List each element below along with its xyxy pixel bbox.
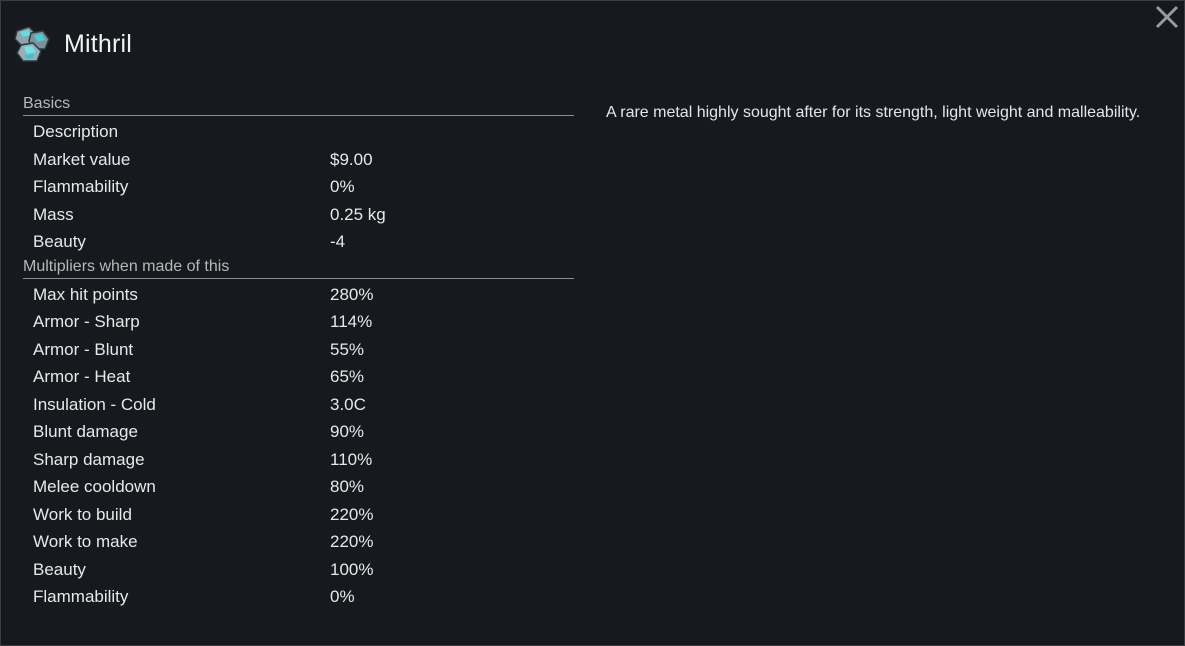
stat-row[interactable]: Flammability 0% [23, 173, 574, 201]
stat-value: 65% [330, 367, 365, 386]
stat-value: 110% [330, 449, 373, 469]
section-header-basics: Basics [23, 93, 574, 116]
stat-row[interactable]: Armor - Blunt 55% [23, 336, 574, 364]
stat-label: Beauty [33, 232, 86, 251]
stat-label: Description [33, 122, 119, 141]
stat-value [330, 118, 574, 146]
info-window: Mithril Basics Description Market value $9… [0, 0, 1185, 646]
stat-row[interactable]: Work to make 220% [23, 528, 574, 556]
section-header-multipliers: Multipliers when made of this [23, 256, 574, 279]
stat-label: Market value [33, 149, 131, 169]
stat-label: Melee cooldown [33, 477, 156, 496]
stat-label: Armor - Blunt [33, 339, 134, 359]
stat-value: 55% [330, 339, 365, 359]
close-button[interactable] [1154, 4, 1180, 30]
stat-row[interactable]: Armor - Sharp 114% [23, 308, 574, 336]
stat-row[interactable]: Description [23, 118, 574, 146]
stat-value: 220% [330, 532, 374, 551]
stat-row[interactable]: Beauty -4 [23, 228, 574, 256]
multipliers-rows: Max hit points 280% Armor - Sharp 114% Armor… [23, 279, 574, 611]
close-icon[interactable] [1154, 4, 1180, 30]
stat-label: Blunt damage [33, 422, 138, 441]
stat-row[interactable]: Sharp damage 110% [23, 446, 574, 474]
basics-rows: Description Market value $9.00 Flammability… [23, 116, 574, 256]
stat-value: $9.00 [330, 149, 373, 169]
item-description: A rare metal highly sought after for its… [606, 104, 1141, 121]
stat-label: Flammability [33, 177, 129, 196]
stat-value: 0% [330, 177, 355, 196]
stats-panel: Basics Description Market value $9.00 Flamm… [23, 93, 574, 611]
stat-row[interactable]: Work to build 220% [23, 501, 574, 529]
stat-row[interactable]: Flammability 0% [23, 583, 574, 611]
stat-value: 0% [330, 587, 355, 606]
stat-value: 90% [330, 422, 365, 441]
stat-label: Mass [33, 204, 74, 224]
stat-label: Insulation - Cold [33, 394, 156, 414]
stat-label: Work to make [33, 532, 138, 551]
stat-value: -4 [330, 232, 346, 251]
stat-value: 80% [330, 477, 365, 496]
stat-value: 3.0C [330, 394, 366, 414]
item-title: Mithril [64, 29, 133, 58]
stat-value: 114% [330, 312, 373, 331]
stat-label: Max hit points [33, 284, 138, 304]
window-header: Mithril [11, 23, 132, 65]
stat-value: 280% [330, 284, 374, 304]
stat-row[interactable]: Armor - Heat 65% [23, 363, 574, 391]
stat-value: 100% [330, 559, 374, 579]
mithril-chunk-icon [11, 23, 53, 65]
stat-label: Sharp damage [33, 449, 145, 469]
stat-label: Beauty [33, 559, 86, 579]
stat-label: Armor - Heat [33, 367, 131, 386]
stat-label: Flammability [33, 587, 129, 606]
stat-label: Work to build [33, 504, 132, 524]
stat-row[interactable]: Insulation - Cold 3.0C [23, 391, 574, 419]
stat-row[interactable]: Blunt damage 90% [23, 418, 574, 446]
stat-row[interactable]: Beauty 100% [23, 556, 574, 584]
stat-row[interactable]: Max hit points 280% [23, 281, 574, 309]
stat-value: 220% [330, 504, 374, 524]
stat-row[interactable]: Mass 0.25 kg [23, 201, 574, 229]
stat-label: Armor - Sharp [33, 312, 140, 331]
stat-row[interactable]: Melee cooldown 80% [23, 473, 574, 501]
stat-value: 0.25 kg [330, 204, 386, 224]
stat-row[interactable]: Market value $9.00 [23, 146, 574, 174]
